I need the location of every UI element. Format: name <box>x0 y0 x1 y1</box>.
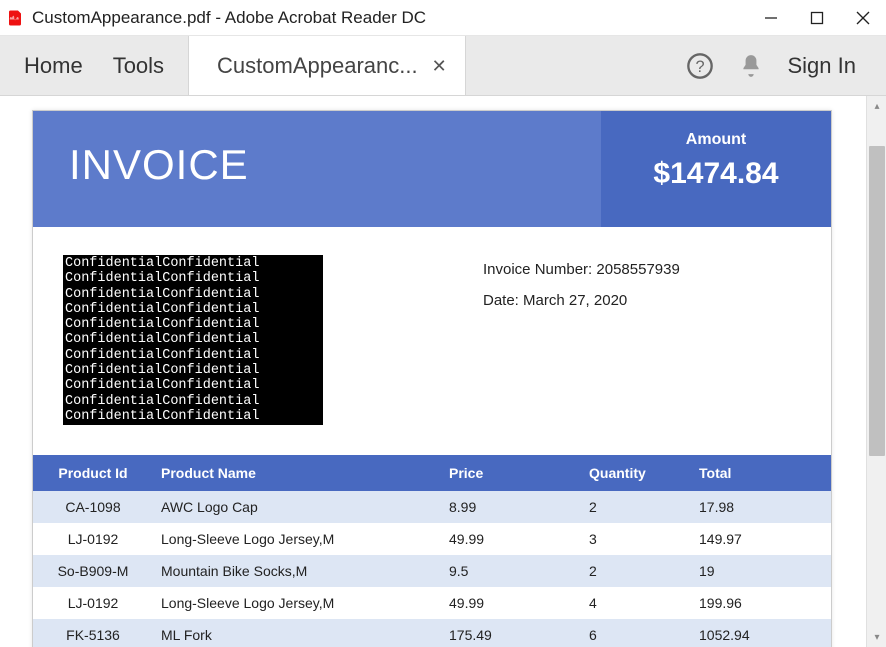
table-row: So-B909-MMountain Bike Socks,M9.5219 <box>33 555 831 587</box>
cell-name: ML Fork <box>153 619 441 647</box>
redaction-box: ConfidentialConfidentialConfidentialConf… <box>63 255 323 425</box>
document-tab-label: CustomAppearanc... <box>217 53 418 79</box>
invoice-number-row: Invoice Number: 2058557939 <box>483 261 801 278</box>
amount-value: $1474.84 <box>601 157 831 191</box>
close-tab-icon[interactable]: ✕ <box>432 57 447 75</box>
cell-price: 9.5 <box>441 555 581 587</box>
cell-total: 199.96 <box>691 587 831 619</box>
cell-id: LJ-0192 <box>33 523 153 555</box>
bell-icon[interactable] <box>738 53 764 79</box>
minimize-button[interactable] <box>748 0 794 36</box>
scroll-up-icon[interactable]: ▴ <box>867 96 886 116</box>
cell-total: 149.97 <box>691 523 831 555</box>
invoice-number-value: 2058557939 <box>596 261 679 278</box>
cell-qty: 6 <box>581 619 691 647</box>
svg-text:?: ? <box>695 57 704 75</box>
titlebar: CustomAppearance.pdf - Adobe Acrobat Rea… <box>0 0 886 36</box>
tools-tab[interactable]: Tools <box>107 36 188 95</box>
cell-id: FK-5136 <box>33 619 153 647</box>
cell-name: Long-Sleeve Logo Jersey,M <box>153 523 441 555</box>
cell-price: 8.99 <box>441 491 581 523</box>
table-row: LJ-0192Long-Sleeve Logo Jersey,M49.99419… <box>33 587 831 619</box>
cell-id: So-B909-M <box>33 555 153 587</box>
cell-qty: 2 <box>581 555 691 587</box>
invoice-date-label: Date: <box>483 292 523 309</box>
invoice-mid: ConfidentialConfidentialConfidentialConf… <box>33 227 831 455</box>
cell-qty: 4 <box>581 587 691 619</box>
home-label: Home <box>24 53 83 79</box>
table-row: FK-5136ML Fork175.4961052.94 <box>33 619 831 647</box>
cell-total: 17.98 <box>691 491 831 523</box>
header-product-id: Product Id <box>33 455 153 491</box>
cell-price: 175.49 <box>441 619 581 647</box>
acrobat-icon <box>6 9 24 27</box>
table-row: LJ-0192Long-Sleeve Logo Jersey,M49.99314… <box>33 523 831 555</box>
amount-label: Amount <box>601 131 831 149</box>
document-viewport: INVOICE Amount $1474.84 ConfidentialConf… <box>0 96 886 647</box>
toolbar: Home Tools CustomAppearanc... ✕ ? Sign I… <box>0 36 886 96</box>
invoice-header: INVOICE Amount $1474.84 <box>33 111 831 227</box>
cell-name: AWC Logo Cap <box>153 491 441 523</box>
help-icon[interactable]: ? <box>686 52 714 80</box>
items-table: Product Id Product Name Price Quantity T… <box>33 455 831 647</box>
invoice-date-row: Date: March 27, 2020 <box>483 292 801 309</box>
header-quantity: Quantity <box>581 455 691 491</box>
invoice-date-value: March 27, 2020 <box>523 292 627 309</box>
cell-id: LJ-0192 <box>33 587 153 619</box>
cell-name: Long-Sleeve Logo Jersey,M <box>153 587 441 619</box>
cell-qty: 2 <box>581 491 691 523</box>
scroll-thumb[interactable] <box>869 146 885 456</box>
table-header-row: Product Id Product Name Price Quantity T… <box>33 455 831 491</box>
scroll-down-icon[interactable]: ▾ <box>867 627 886 647</box>
table-row: CA-1098AWC Logo Cap8.99217.98 <box>33 491 831 523</box>
cell-name: Mountain Bike Socks,M <box>153 555 441 587</box>
window-title: CustomAppearance.pdf - Adobe Acrobat Rea… <box>32 8 748 28</box>
cell-total: 19 <box>691 555 831 587</box>
invoice-meta: Invoice Number: 2058557939 Date: March 2… <box>323 255 801 425</box>
maximize-button[interactable] <box>794 0 840 36</box>
close-button[interactable] <box>840 0 886 36</box>
home-tab[interactable]: Home <box>0 36 107 95</box>
pdf-page: INVOICE Amount $1474.84 ConfidentialConf… <box>32 110 832 647</box>
invoice-number-label: Invoice Number: <box>483 261 596 278</box>
header-price: Price <box>441 455 581 491</box>
cell-price: 49.99 <box>441 587 581 619</box>
invoice-amount-box: Amount $1474.84 <box>601 111 831 227</box>
header-product-name: Product Name <box>153 455 441 491</box>
cell-qty: 3 <box>581 523 691 555</box>
cell-total: 1052.94 <box>691 619 831 647</box>
cell-id: CA-1098 <box>33 491 153 523</box>
cell-price: 49.99 <box>441 523 581 555</box>
invoice-title: INVOICE <box>33 111 601 227</box>
toolbar-right: ? Sign In <box>686 36 886 95</box>
sign-in-button[interactable]: Sign In <box>788 53 857 79</box>
vertical-scrollbar[interactable]: ▴ ▾ <box>866 96 886 647</box>
document-tab[interactable]: CustomAppearanc... ✕ <box>188 36 466 95</box>
header-total: Total <box>691 455 831 491</box>
window-controls <box>748 0 886 36</box>
tools-label: Tools <box>113 53 164 79</box>
